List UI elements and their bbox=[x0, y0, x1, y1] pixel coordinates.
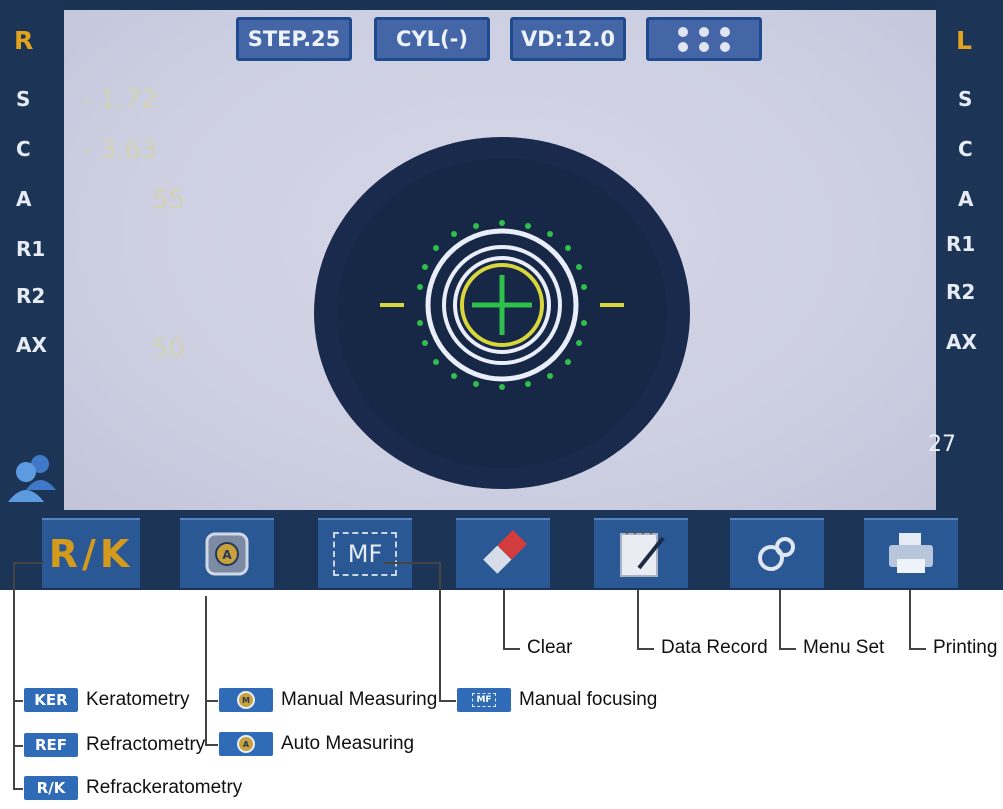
manual-focusing-label: Manual focusing bbox=[519, 689, 658, 710]
refractometry-label: Refractometry bbox=[86, 734, 206, 755]
printing-button[interactable] bbox=[864, 518, 958, 588]
vd-button[interactable]: VD:12.0 bbox=[510, 17, 626, 61]
connector-auto-vertical bbox=[205, 596, 207, 744]
manual-measuring-badge: M bbox=[219, 688, 273, 712]
connector-menu-vertical bbox=[779, 590, 781, 648]
notepad-pen-icon bbox=[620, 530, 665, 577]
right-label-s: S bbox=[958, 87, 973, 111]
right-label-a: A bbox=[958, 187, 974, 211]
keratometry-label: Keratometry bbox=[86, 689, 190, 710]
c-value: - 3.63 bbox=[82, 135, 158, 165]
left-eye-indicator[interactable]: L bbox=[956, 26, 972, 55]
left-label-ax: AX bbox=[16, 333, 47, 357]
mf-badge-icon: MF bbox=[472, 693, 496, 707]
manual-focusing-badge: MF bbox=[457, 688, 511, 712]
auto-measure-button[interactable]: A bbox=[180, 518, 274, 588]
gears-icon bbox=[758, 537, 795, 571]
connector-mf-horizontal bbox=[384, 562, 440, 564]
left-label-r2: R2 bbox=[16, 284, 46, 308]
connector-manual-measure bbox=[205, 700, 218, 702]
left-eye-panel: R S C A R1 R2 AX bbox=[0, 0, 64, 590]
connector-clear-vertical bbox=[503, 590, 505, 648]
manual-focus-button[interactable]: MF bbox=[318, 518, 412, 588]
rk-mode-button[interactable]: R/K bbox=[42, 518, 140, 588]
left-label-r1: R1 bbox=[16, 237, 46, 261]
right-label-ax: AX bbox=[946, 330, 977, 354]
connector-data-horizontal bbox=[637, 648, 654, 650]
dots-icon bbox=[678, 26, 730, 52]
step-button[interactable]: STEP.25 bbox=[236, 17, 352, 61]
connector-rk-horizontal bbox=[13, 562, 43, 564]
auto-measure-icon: A bbox=[205, 532, 249, 576]
connector-mf-vertical bbox=[439, 562, 441, 700]
counter-value: 27 bbox=[928, 432, 956, 457]
connector-clear-horizontal bbox=[503, 648, 520, 650]
connector-print-horizontal bbox=[909, 648, 926, 650]
right-eye-panel: L S C A R1 R2 AX bbox=[936, 0, 1000, 590]
rk-badge: R/K bbox=[24, 776, 78, 800]
left-label-a: A bbox=[16, 187, 32, 211]
left-label-s: S bbox=[16, 87, 31, 111]
svg-text:A: A bbox=[222, 548, 232, 562]
s-value: - 1.72 bbox=[82, 85, 158, 115]
data-record-button[interactable] bbox=[594, 518, 688, 588]
menu-set-label: Menu Set bbox=[803, 637, 885, 658]
more-options-button[interactable] bbox=[646, 17, 762, 61]
connector-menu-horizontal bbox=[779, 648, 796, 650]
auto-measuring-label: Auto Measuring bbox=[281, 733, 415, 754]
right-label-c: C bbox=[958, 137, 973, 161]
ker-badge: KER bbox=[24, 688, 78, 712]
connector-print-vertical bbox=[909, 590, 911, 648]
ax-value: 50 bbox=[152, 334, 186, 364]
right-label-r2: R2 bbox=[946, 280, 976, 304]
connector-ker bbox=[13, 700, 23, 702]
right-label-r1: R1 bbox=[946, 232, 976, 256]
connector-auto-measure bbox=[205, 744, 218, 746]
refrackeratometry-label: Refrackeratometry bbox=[86, 777, 243, 798]
eraser-icon bbox=[483, 529, 528, 574]
rk-mode-label: R/K bbox=[48, 532, 134, 576]
menu-set-button[interactable] bbox=[730, 518, 824, 588]
connector-data-vertical bbox=[637, 590, 639, 648]
right-eye-indicator[interactable]: R bbox=[14, 26, 33, 55]
connector-rk-badge bbox=[13, 788, 23, 790]
auto-measuring-icon: A bbox=[237, 735, 255, 753]
mf-icon: MF bbox=[333, 532, 397, 576]
auto-measuring-badge: A bbox=[219, 732, 273, 756]
printing-label: Printing bbox=[933, 637, 998, 658]
cyl-button[interactable]: CYL(-) bbox=[374, 17, 490, 61]
connector-mf-badge bbox=[439, 700, 456, 702]
a-value: 55 bbox=[152, 185, 186, 215]
mf-label: MF bbox=[347, 540, 383, 568]
ref-badge: REF bbox=[24, 733, 78, 757]
connector-ref bbox=[13, 745, 23, 747]
clear-button[interactable] bbox=[456, 518, 550, 588]
data-record-label: Data Record bbox=[661, 637, 768, 658]
printer-icon bbox=[889, 533, 933, 573]
eye-target-view bbox=[314, 137, 690, 489]
left-label-c: C bbox=[16, 137, 31, 161]
clear-label: Clear bbox=[527, 637, 573, 658]
manual-measuring-label: Manual Measuring bbox=[281, 689, 438, 710]
manual-measuring-icon: M bbox=[237, 691, 255, 709]
user-group-icon[interactable] bbox=[6, 450, 62, 506]
connector-rk-vertical bbox=[13, 562, 15, 788]
